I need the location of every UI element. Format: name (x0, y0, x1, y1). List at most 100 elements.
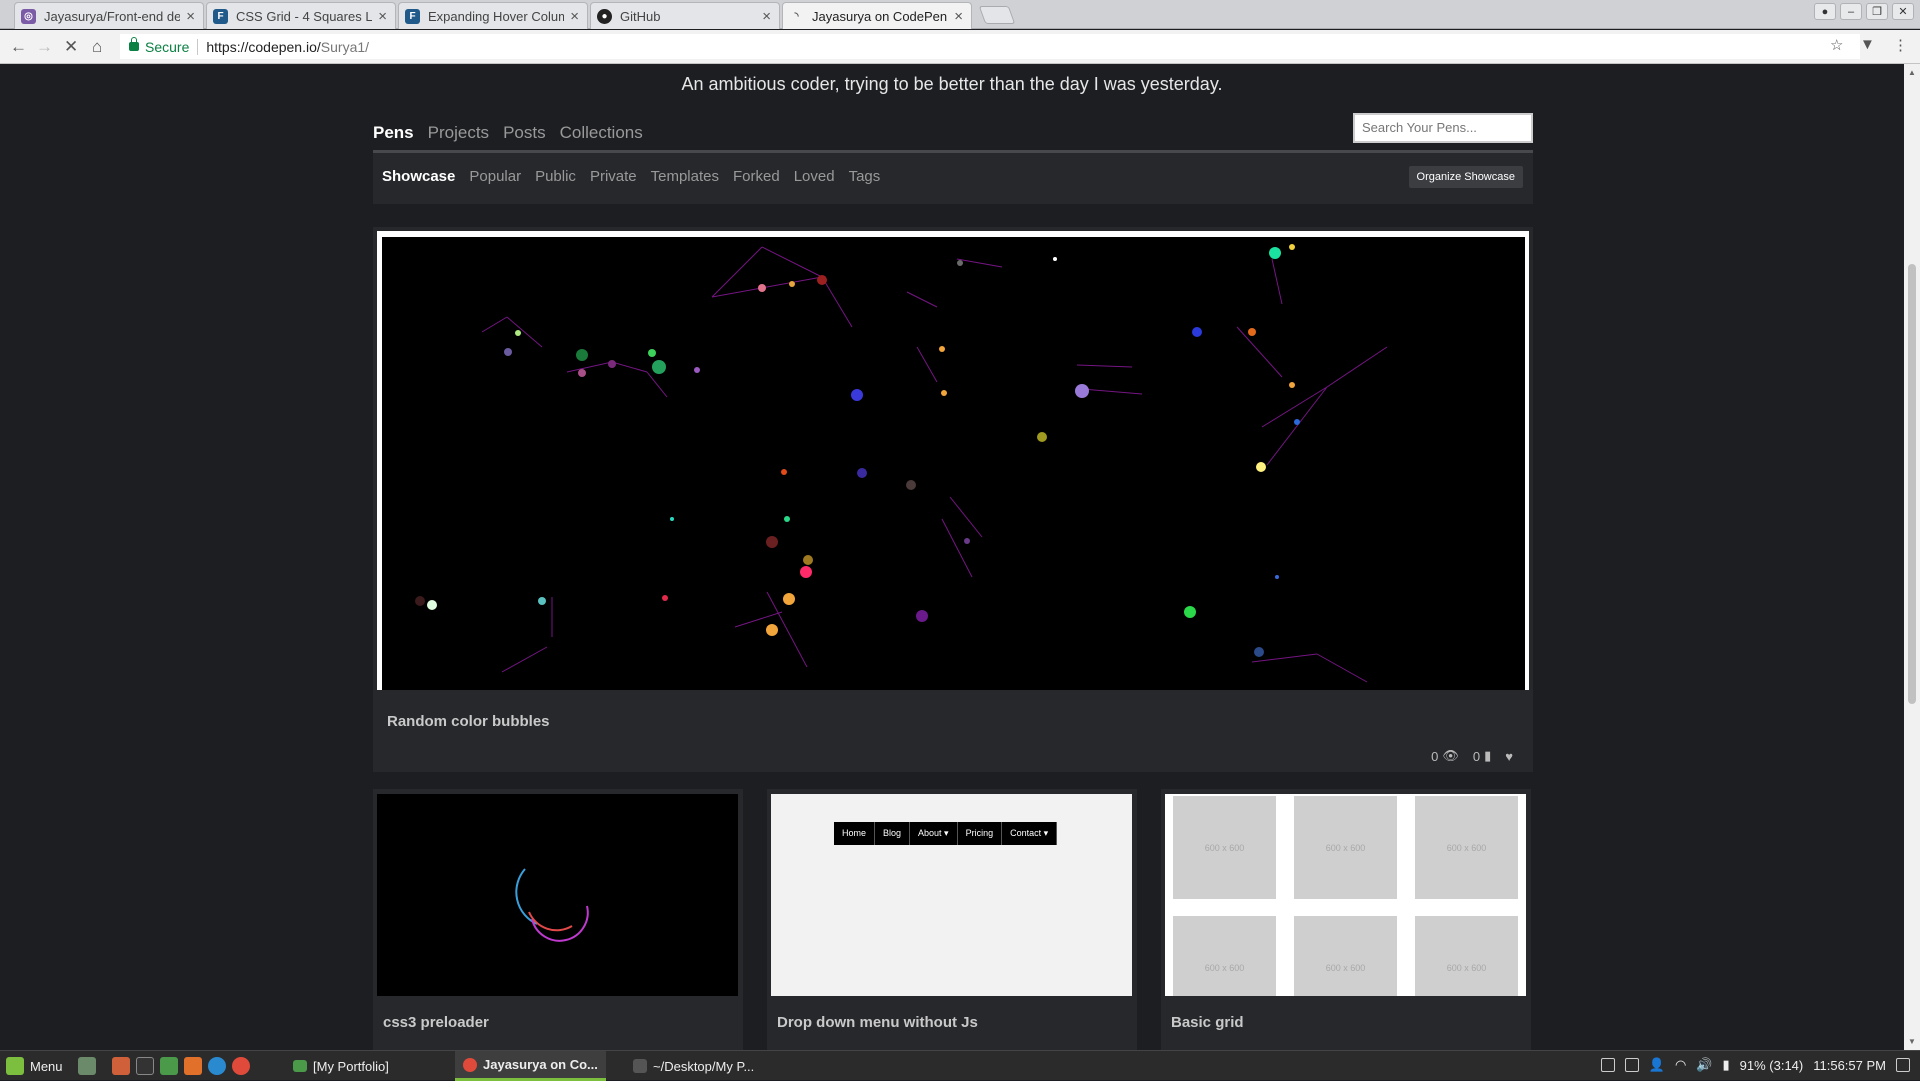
subnav-forked[interactable]: Forked (733, 168, 780, 185)
sublime-icon[interactable] (184, 1057, 202, 1075)
user-icon[interactable]: 👤 (1649, 1057, 1665, 1073)
battery-status: 91% (3:14) (1739, 1057, 1804, 1073)
github-icon: ◎ (21, 8, 36, 24)
volume-icon[interactable]: 🔊 (1696, 1057, 1712, 1073)
demo-menu-item: Home (834, 822, 876, 845)
menu-label: Menu (30, 1058, 63, 1074)
close-icon[interactable]: × (570, 8, 579, 25)
heart-icon[interactable]: ♥ (1505, 749, 1513, 764)
placeholder-image: 600 x 600 (1294, 916, 1397, 996)
system-tray: 👤 ◠ 🔊 ▮ 91% (3:14) 11:56:57 PM (1600, 1057, 1910, 1073)
folder-icon (293, 1060, 307, 1072)
subnav-templates[interactable]: Templates (651, 168, 719, 185)
views-count: 0 (1431, 748, 1439, 764)
tab-3[interactable]: F Expanding Hover Colum × (398, 2, 588, 29)
files-icon[interactable] (160, 1057, 178, 1075)
chrome-icon (463, 1057, 477, 1072)
pen-preview-frame (377, 231, 1529, 690)
firefox-icon[interactable] (112, 1057, 130, 1075)
nav-posts[interactable]: Posts (503, 123, 546, 143)
pen-card-basic-grid[interactable]: 600 x 600 600 x 600 600 x 600 600 x 600 … (1161, 789, 1531, 1050)
back-icon[interactable]: ← (10, 37, 27, 57)
secure-label: Secure (145, 38, 190, 55)
pocket-icon[interactable]: ▼ (1860, 36, 1875, 53)
scroll-up-icon[interactable]: ▲ (1908, 68, 1916, 77)
os-taskbar: Menu [My Portfolio] Jayasurya on Co... ~… (0, 1050, 1920, 1081)
subnav-popular[interactable]: Popular (469, 168, 521, 185)
chrome-icon[interactable] (232, 1057, 250, 1075)
minimize-icon[interactable]: – (1840, 3, 1862, 20)
menu-dots-icon[interactable]: ⋮ (1893, 36, 1908, 54)
terminal-icon[interactable] (136, 1057, 154, 1075)
taskbar-window-sublime[interactable]: ~/Desktop/My P... (625, 1051, 762, 1081)
close-icon[interactable]: × (378, 8, 387, 25)
main-nav: Pens Projects Posts Collections (373, 123, 643, 143)
close-icon[interactable]: × (186, 8, 195, 25)
organize-showcase-button[interactable]: Organize Showcase (1408, 166, 1523, 188)
pens-subnav-bar: Showcase Popular Public Private Template… (373, 150, 1533, 204)
views-stat: 0 👁 (1431, 748, 1459, 764)
wifi-icon[interactable]: ◠ (1675, 1057, 1686, 1073)
placeholder-image: 600 x 600 (1415, 916, 1518, 996)
home-icon[interactable]: ⌂ (92, 37, 102, 57)
tab-5[interactable]: ◝ Jayasurya on CodePen × (782, 2, 972, 29)
featured-pen-card[interactable]: Random color bubbles 0 👁 0 ▮ ♥ (373, 227, 1533, 772)
nav-pens[interactable]: Pens (373, 123, 414, 143)
tab-2[interactable]: F CSS Grid - 4 Squares La × (206, 2, 396, 29)
nav-collections[interactable]: Collections (560, 123, 643, 143)
pen-card-preloader[interactable]: css3 preloader (373, 789, 743, 1050)
pen-title[interactable]: Drop down menu without Js (777, 1014, 978, 1031)
pen-preview[interactable]: 600 x 600 600 x 600 600 x 600 600 x 600 … (1165, 794, 1526, 996)
start-menu-button[interactable]: Menu (6, 1057, 63, 1075)
pen-title[interactable]: css3 preloader (383, 1014, 489, 1031)
taskbar-window-portfolio[interactable]: [My Portfolio] (285, 1051, 397, 1081)
close-icon[interactable]: × (762, 8, 771, 25)
profile-tagline: An ambitious coder, trying to be better … (681, 74, 1223, 94)
quick-launch (78, 1057, 250, 1075)
sub-nav: Showcase Popular Public Private Template… (382, 168, 880, 185)
pen-title[interactable]: Basic grid (1171, 1014, 1244, 1031)
restore-icon[interactable]: ❐ (1866, 3, 1888, 20)
page-scrollbar[interactable]: ▲ ▼ (1904, 64, 1920, 1050)
pen-preview[interactable]: Home Blog About ▾ Pricing Contact ▾ (771, 794, 1132, 996)
stop-icon[interactable]: ✕ (64, 37, 78, 57)
new-tab-button[interactable] (978, 6, 1016, 24)
bubbles-preview[interactable] (382, 237, 1525, 690)
scroll-down-icon[interactable]: ▼ (1908, 1037, 1916, 1046)
close-icon[interactable]: × (954, 8, 963, 25)
clipboard-icon[interactable] (1624, 1058, 1639, 1072)
subnav-tags[interactable]: Tags (849, 168, 881, 185)
loading-icon: ◝ (794, 10, 799, 22)
scrollbar-thumb[interactable] (1908, 264, 1916, 704)
profile-icon[interactable]: ● (1814, 3, 1836, 20)
forward-icon[interactable]: → (36, 37, 53, 57)
subnav-public[interactable]: Public (535, 168, 576, 185)
tab-title: CSS Grid - 4 Squares La (236, 8, 373, 24)
desktop-icon[interactable] (78, 1057, 96, 1075)
notifications-icon[interactable] (1896, 1058, 1910, 1072)
address-bar[interactable]: Secure https://codepen.io/Surya1/ (120, 34, 1860, 59)
browser-icon[interactable] (208, 1057, 226, 1075)
battery-icon[interactable]: ▮ (1722, 1057, 1729, 1073)
window-controls: ● – ❐ ✕ (1814, 3, 1914, 20)
tab-4[interactable]: ● GitHub × (590, 2, 780, 29)
close-window-icon[interactable]: ✕ (1892, 3, 1914, 20)
tab-1[interactable]: ◎ Jayasurya/Front-end de × (14, 2, 204, 29)
bookmark-star-icon[interactable]: ☆ (1830, 36, 1843, 54)
pen-card-dropdown[interactable]: Home Blog About ▾ Pricing Contact ▾ Drop… (767, 789, 1137, 1050)
clock[interactable]: 11:56:57 PM (1813, 1058, 1886, 1073)
keyboard-icon[interactable] (1600, 1058, 1615, 1072)
bubbles-svg (415, 244, 1388, 683)
demo-menu-item: About ▾ (910, 822, 958, 845)
taskbar-window-chrome[interactable]: Jayasurya on Co... (455, 1051, 606, 1081)
divider (197, 38, 199, 55)
subnav-private[interactable]: Private (590, 168, 637, 185)
pen-title[interactable]: Random color bubbles (387, 713, 550, 730)
mint-logo-icon (6, 1057, 24, 1075)
nav-projects[interactable]: Projects (428, 123, 489, 143)
search-input[interactable]: Search Your Pens... (1353, 113, 1533, 143)
subnav-showcase[interactable]: Showcase (382, 168, 455, 185)
pen-preview[interactable] (377, 794, 738, 996)
comments-stat[interactable]: 0 ▮ (1473, 748, 1491, 764)
subnav-loved[interactable]: Loved (794, 168, 835, 185)
